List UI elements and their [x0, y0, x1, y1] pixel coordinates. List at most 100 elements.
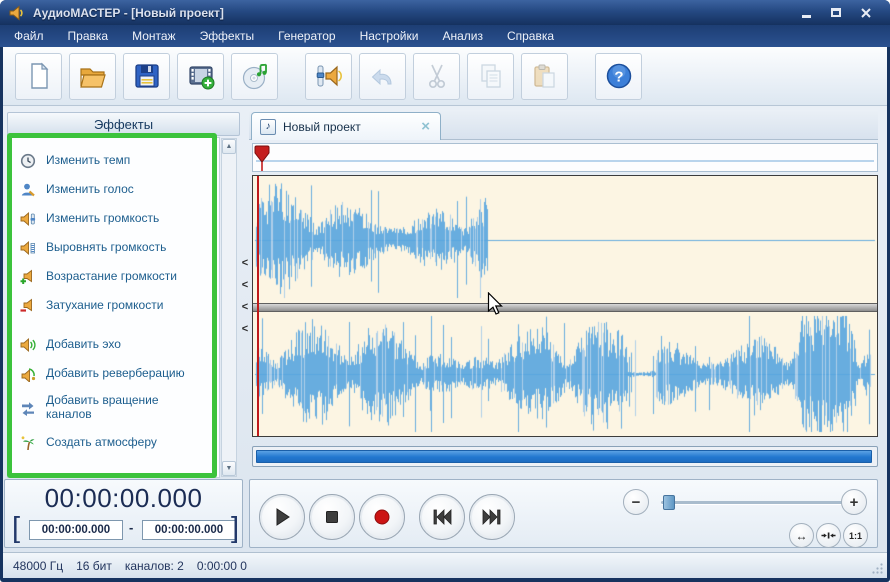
skip-to-start-icon	[430, 505, 454, 529]
effect-item-fade-out[interactable]: Затухание громкости	[8, 291, 219, 320]
h-scrollbar-thumb[interactable]	[256, 450, 872, 463]
effect-item-normalize-volume[interactable]: Выровнять громкость	[8, 233, 219, 262]
stop-icon	[320, 505, 344, 529]
menu-item-effects[interactable]: Эффекты	[200, 29, 255, 43]
channel-rotation-icon	[20, 400, 36, 416]
grab-audio-from-cd-button[interactable]	[231, 53, 278, 100]
fit-selection-button[interactable]	[816, 523, 841, 548]
zoom-slider-handle[interactable]	[663, 495, 675, 510]
skip-to-end-button[interactable]	[469, 494, 515, 540]
effect-item-change-volume[interactable]: Изменить громкость	[8, 204, 219, 233]
ruler-track	[256, 160, 874, 162]
open-file-button[interactable]	[69, 53, 116, 100]
undo-icon	[368, 61, 398, 91]
undo-button[interactable]	[359, 53, 406, 100]
atmosphere-icon	[20, 435, 36, 451]
status-duration: 0:00:00 0	[197, 559, 247, 573]
video-add-icon	[186, 61, 216, 91]
transport-panel: − + ↔ 1:1	[249, 479, 878, 548]
close-button[interactable]	[856, 5, 876, 21]
current-time-display: 00:00:00.000	[5, 483, 242, 514]
zoom-out-button[interactable]: −	[623, 489, 649, 515]
waveform-panel[interactable]	[252, 175, 878, 437]
skip-to-end-icon	[480, 505, 504, 529]
normalize-icon	[20, 240, 36, 256]
title-bar[interactable]: АудиоМАСТЕР - [Новый проект]	[0, 0, 890, 25]
copy-button[interactable]	[467, 53, 514, 100]
tempo-clock-icon	[20, 153, 36, 169]
menu-item-edit[interactable]: Правка	[68, 29, 109, 43]
selection-start-field[interactable]: 00:00:00.000	[29, 520, 123, 540]
menu-item-montage[interactable]: Монтаж	[132, 29, 176, 43]
maximize-button[interactable]	[826, 5, 846, 21]
waveform-h-scrollbar[interactable]	[252, 446, 878, 467]
equalizer-icon	[20, 474, 36, 479]
minimize-icon	[802, 15, 811, 18]
play-button[interactable]	[259, 494, 305, 540]
timeline-ruler[interactable]	[252, 143, 878, 172]
effects-list: Изменить темп Изменить голос Изменить гр…	[7, 137, 220, 478]
time-display-panel: 00:00:00.000 [ 00:00:00.000 - 00:00:00.0…	[4, 479, 243, 548]
skip-to-start-button[interactable]	[419, 494, 465, 540]
playhead-pin-icon[interactable]	[254, 145, 270, 171]
volume-tools-button[interactable]	[305, 53, 352, 100]
effect-item-create-atmosphere[interactable]: Создать атмосферу	[8, 428, 219, 457]
tab-close-icon[interactable]: ×	[419, 119, 432, 134]
extract-audio-from-video-button[interactable]	[177, 53, 224, 100]
fit-width-button[interactable]: ↔	[789, 523, 814, 548]
effect-item-channel-rotation[interactable]: Добавить вращение каналов	[8, 388, 219, 428]
resize-grip-icon[interactable]	[871, 562, 884, 575]
fade-out-icon	[20, 298, 36, 314]
menu-item-help[interactable]: Справка	[507, 29, 554, 43]
zoom-ratio-label: 1:1	[849, 531, 862, 541]
menu-item-file[interactable]: Файл	[14, 29, 44, 43]
paste-button[interactable]	[521, 53, 568, 100]
zoom-in-button[interactable]: +	[841, 489, 867, 515]
cd-music-icon	[240, 61, 270, 91]
menu-item-generator[interactable]: Генератор	[278, 29, 335, 43]
maximize-icon	[831, 8, 841, 17]
record-button[interactable]	[359, 494, 405, 540]
selection-end-field[interactable]: 00:00:00.000	[142, 520, 236, 540]
panel-splitter[interactable]: < < < <	[240, 258, 250, 335]
stop-button[interactable]	[309, 494, 355, 540]
copy-icon	[476, 61, 506, 91]
minimize-button[interactable]	[796, 5, 816, 21]
status-channels: каналов: 2	[125, 559, 184, 573]
effect-item-add-reverb[interactable]: Добавить реверберацию	[8, 359, 219, 388]
open-folder-icon	[78, 61, 108, 91]
fade-in-icon	[20, 269, 36, 285]
effect-item-change-voice[interactable]: Изменить голос	[8, 175, 219, 204]
effects-scrollbar[interactable]: ▲ ▼	[221, 138, 237, 477]
status-bar: 48000 Гц 16 бит каналов: 2 0:00:00 0	[3, 552, 887, 578]
echo-icon	[20, 337, 36, 353]
collapse-panel-icon[interactable]: <	[242, 324, 248, 335]
zoom-slider-track[interactable]	[661, 501, 847, 504]
scroll-up-button[interactable]: ▲	[222, 139, 236, 154]
tab-new-project[interactable]: ♪ Новый проект ×	[251, 112, 441, 140]
effect-item-fade-in[interactable]: Возрастание громкости	[8, 262, 219, 291]
help-button[interactable]: ?	[595, 53, 642, 100]
plus-icon: +	[850, 494, 859, 511]
scroll-down-button[interactable]: ▼	[222, 461, 236, 476]
menu-item-settings[interactable]: Настройки	[360, 29, 419, 43]
new-project-button[interactable]	[15, 53, 62, 100]
save-button[interactable]	[123, 53, 170, 100]
zoom-1-1-button[interactable]: 1:1	[843, 523, 868, 548]
effect-item-change-tempo[interactable]: Изменить темп	[8, 146, 219, 175]
window-title: АудиоМАСТЕР - [Новый проект]	[33, 6, 796, 20]
bracket-close: ]	[231, 512, 239, 545]
bracket-open: [	[12, 512, 20, 545]
collapse-panel-icon[interactable]: <	[242, 258, 248, 269]
channel-divider[interactable]	[253, 303, 877, 312]
effect-item-equalizer[interactable]: Эквалайзер	[8, 467, 219, 478]
effect-item-add-echo[interactable]: Добавить эхо	[8, 330, 219, 359]
collapse-panel-icon[interactable]: <	[242, 280, 248, 291]
app-window: АудиоМАСТЕР - [Новый проект] Файл Правка…	[0, 0, 890, 582]
cut-button[interactable]	[413, 53, 460, 100]
menu-item-analysis[interactable]: Анализ	[442, 29, 483, 43]
status-bit-depth: 16 бит	[76, 559, 112, 573]
collapse-panel-icon[interactable]: <	[242, 302, 248, 313]
help-icon: ?	[604, 61, 634, 91]
fit-selection-icon	[821, 528, 836, 543]
